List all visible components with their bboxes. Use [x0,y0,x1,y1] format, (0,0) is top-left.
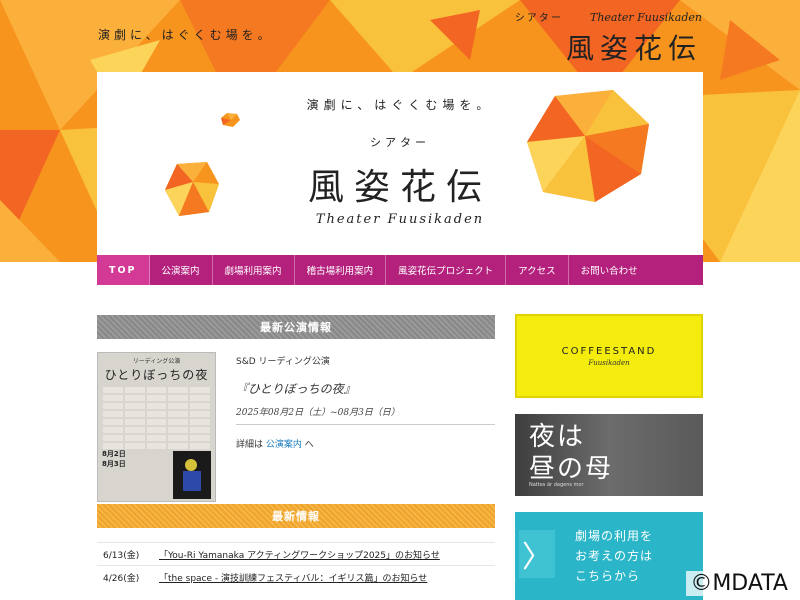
performance-date: 2025年08月2日（土）~08月3日（日） [236,405,495,425]
detail-suffix: へ [304,440,314,450]
poster-date-1: 8月2日 [102,450,126,458]
news-heading: 最新情報 [97,504,495,528]
small-gem-icon [221,113,240,127]
poster-date-2: 8月3日 [102,460,126,468]
poster-illustration [173,451,211,499]
latest-performance-heading: 最新公演情報 [97,315,495,339]
nav-item-top[interactable]: TOP [97,255,150,285]
night-mother-banner[interactable]: 夜は 昼の母 Nattes är dagens mor [515,414,703,496]
detail-prefix: 詳細は [236,440,264,450]
theater-use-banner[interactable]: 〉 劇場の利用を お考えの方は こちらから [515,512,703,600]
header-tagline: 演劇に、はぐくむ場を。 [98,28,274,42]
header-logo-en: Theater Fuusikaden [590,11,702,24]
theater-use-line2: お考えの方は [575,549,654,563]
chevron-right-icon: 〉 [519,530,555,578]
header-logo[interactable]: シアター Theater Fuusikaden 風姿花伝 [515,6,702,67]
coffeestand-subtitle: Fuusikaden [588,358,630,367]
nav-item-theater-rental[interactable]: 劇場利用案内 [213,255,295,285]
poster-title: ひとりぼっちの夜 [104,368,209,382]
news-date: 6/13(金) [103,550,140,561]
news-title[interactable]: 「the space - 演技訓練フェスティバル：イギリス篇」のお知らせ [159,571,495,584]
performance-detail-link[interactable]: 公演案内 [266,440,302,450]
performance-detail: 詳細は 公演案内 へ [236,437,495,450]
night-banner-caption: Nattes är dagens mor [529,482,584,488]
performance-organizer: S&D リーディング公演 [236,357,330,367]
main-navigation: TOP 公演案内 劇場利用案内 稽古場利用案内 風姿花伝プロジェクト アクセス … [97,255,703,285]
nav-item-rehearsal-rental[interactable]: 稽古場利用案内 [295,255,387,285]
news-item[interactable]: 6/13(金) 「You-Ri Yamanaka アクティングワークショップ20… [97,542,495,565]
performance-info: S&D リーディング公演 『ひとりぼっちの夜』 2025年08月2日（土）~08… [236,354,495,450]
theater-use-line3: こちらから [575,569,641,583]
night-banner-line2: 昼の母 [529,454,614,484]
performance-title[interactable]: 『ひとりぼっちの夜』 [236,380,495,397]
nav-item-access[interactable]: アクセス [506,255,569,285]
theater-use-text: 劇場の利用を お考えの方は こちらから [575,526,653,586]
header-logo-jp: 風姿花伝 [565,32,702,65]
news-item[interactable]: 4/26(金) 「the space - 演技訓練フェスティバル：イギリス篇」の… [97,565,495,588]
news-date: 4/26(金) [103,573,140,584]
nav-item-performances[interactable]: 公演案内 [150,255,213,285]
poster-subtitle: リーディング公演 [132,358,181,365]
performance-poster[interactable]: リーディング公演 ひとりぼっちの夜 8月2日 8月3日 [97,352,216,502]
nav-item-contact[interactable]: お問い合わせ [569,255,650,285]
nav-item-project[interactable]: 風姿花伝プロジェクト [386,255,507,285]
news-list: 6/13(金) 「You-Ri Yamanaka アクティングワークショップ20… [97,542,495,588]
hero-panel: 演劇に、はぐくむ場を。 シアター 風姿花伝 Theater Fuusikaden [97,72,703,255]
large-gem-icon [527,90,649,202]
news-title[interactable]: 「You-Ri Yamanaka アクティングワークショップ2025」のお知らせ [159,548,495,561]
coffeestand-title: COFFEESTAND [561,345,657,357]
coffeestand-banner[interactable]: COFFEESTAND Fuusikaden [515,314,703,398]
theater-use-line1: 劇場の利用を [575,529,654,543]
medium-gem-icon [165,162,219,216]
header-logo-kana: シアター [514,13,563,24]
poster-dates: 8月2日 8月3日 [102,449,172,469]
poster-cast-grid [103,387,210,449]
watermark: ©MDATA [686,571,792,596]
